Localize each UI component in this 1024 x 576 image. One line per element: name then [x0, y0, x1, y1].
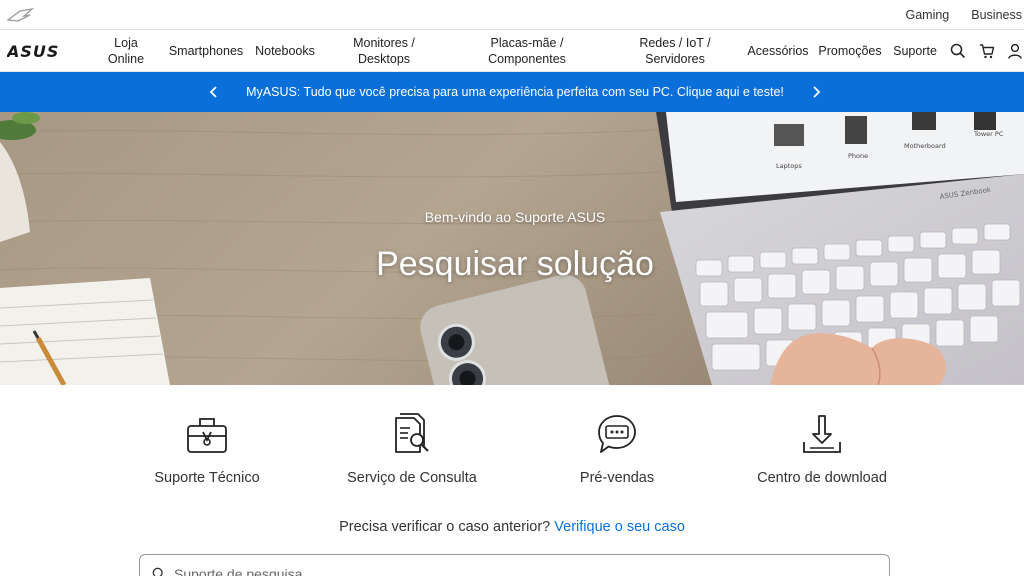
asus-logo[interactable]: ASUS	[7, 43, 73, 59]
service-consultation-label: Serviço de Consulta	[347, 470, 477, 486]
nav-redes-servidores[interactable]: Redes / IoT / Servidores	[630, 30, 720, 72]
nav-placas-line1: Placas-mãe /	[490, 36, 564, 50]
support-search-box[interactable]	[139, 554, 890, 576]
nav-monitores-desktops[interactable]: Monitores / Desktops	[340, 30, 428, 72]
document-search-icon	[395, 413, 429, 453]
nav-redes-line2: Servidores	[645, 52, 705, 66]
nav-smartphones[interactable]: Smartphones	[166, 30, 246, 72]
screen-label-laptops: Laptops	[776, 162, 802, 170]
service-download-center-label: Centro de download	[757, 470, 887, 486]
previous-case-line: Precisa verificar o caso anterior? Verif…	[0, 519, 1024, 535]
nav-loja-online-line1: Loja	[114, 36, 138, 50]
nav-monitores-line1: Monitores /	[353, 36, 415, 50]
search-field-icon	[152, 567, 163, 576]
rog-logo-icon[interactable]	[6, 7, 34, 23]
nav-placas-componentes[interactable]: Placas-mãe / Componentes	[477, 30, 577, 72]
hero-banner: Laptops Phone Motherboard Tower PC ASUS …	[0, 112, 1024, 385]
nav-notebooks-label: Notebooks	[255, 44, 315, 58]
nav-acessorios[interactable]: Acessórios	[746, 30, 810, 72]
service-presales-label: Pré-vendas	[579, 470, 655, 486]
nav-smartphones-label: Smartphones	[168, 44, 244, 58]
service-technical-support[interactable]: Suporte Técnico	[107, 412, 307, 492]
service-technical-support-label: Suporte Técnico	[154, 470, 260, 486]
chat-bubble-icon	[598, 415, 636, 453]
service-presales[interactable]: Pré-vendas	[517, 412, 717, 492]
nav-notebooks[interactable]: Notebooks	[252, 30, 318, 72]
download-icon	[803, 415, 841, 453]
gaming-link[interactable]: Gaming	[883, 8, 949, 22]
nav-redes-line1: Redes / IoT /	[639, 36, 711, 50]
main-navigation: ASUS Loja Online Smartphones Notebooks Mo…	[0, 30, 1024, 72]
nav-promocoes-label: Promoções	[818, 44, 882, 58]
nav-monitores-line2: Desktops	[357, 52, 411, 66]
service-consultation[interactable]: Serviço de Consulta	[312, 412, 512, 492]
screen-label-tower-pc: Tower PC	[973, 130, 1004, 138]
nav-placas-line2: Componentes	[488, 52, 566, 66]
user-icon[interactable]	[1007, 43, 1023, 59]
nav-loja-online-line2: Online	[107, 52, 145, 66]
business-link[interactable]: Business	[949, 8, 1024, 22]
svg-text:ASUS: ASUS	[7, 43, 59, 59]
nav-suporte[interactable]: Suporte	[889, 30, 941, 72]
check-case-link[interactable]: Verifique o seu caso	[554, 519, 685, 535]
technical-support-icon	[187, 418, 227, 453]
hero-title: Pesquisar solução	[376, 245, 654, 283]
nav-acessorios-label: Acessórios	[747, 44, 809, 58]
nav-loja-online[interactable]: Loja Online	[100, 30, 152, 72]
previous-case-question: Precisa verificar o caso anterior?	[339, 519, 551, 535]
cart-icon[interactable]	[979, 43, 995, 59]
hero-subtitle: Bem-vindo ao Suporte ASUS	[424, 209, 606, 225]
nav-promocoes[interactable]: Promoções	[817, 30, 883, 72]
nav-suporte-label: Suporte	[893, 44, 937, 58]
service-download-center[interactable]: Centro de download	[722, 412, 922, 492]
chevron-right-icon[interactable]	[808, 84, 824, 100]
announcement-banner: MyASUS: Tudo que você precisa para uma e…	[0, 72, 1024, 112]
screen-label-motherboard: Motherboard	[904, 142, 946, 150]
top-utility-bar: Gaming Business	[0, 0, 1024, 30]
support-search-input[interactable]	[174, 563, 864, 576]
chevron-left-icon[interactable]	[206, 84, 222, 100]
topbar-links: Gaming Business	[883, 0, 1024, 30]
screen-label-phone: Phone	[848, 152, 868, 160]
announcement-text[interactable]: MyASUS: Tudo que você precisa para uma e…	[235, 72, 795, 112]
search-icon[interactable]	[950, 43, 966, 59]
